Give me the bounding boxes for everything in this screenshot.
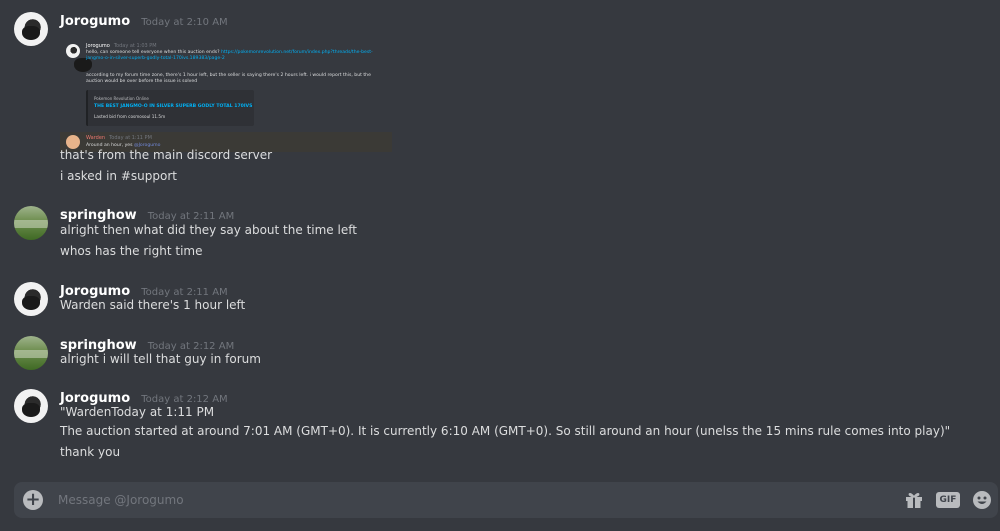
gift-icon[interactable] <box>904 490 924 510</box>
message-text: alright then what did they say about the… <box>60 223 357 237</box>
embed-text-line: auction would be over before the issue i… <box>86 79 198 84</box>
message-header: springhow Today at 2:11 AM <box>60 204 234 223</box>
message-header: Jorogumo Today at 2:11 AM <box>60 280 228 299</box>
message-text: alright i will tell that guy in forum <box>60 352 261 366</box>
username: Warden <box>86 135 106 141</box>
gif-button[interactable]: GIF <box>936 492 960 508</box>
message-text: Warden said there's 1 hour left <box>60 298 246 312</box>
message-header: Jorogumo Today at 2:12 AM <box>60 387 228 406</box>
timestamp: Today at 2:12 AM <box>141 394 228 405</box>
avatar <box>66 44 92 72</box>
username[interactable]: Jorogumo <box>60 14 130 29</box>
message-text: thank you <box>60 445 121 459</box>
username[interactable]: Jorogumo <box>60 391 130 406</box>
timestamp: Today at 2:11 AM <box>147 211 235 222</box>
embedded-screenshot[interactable]: Jorogumo Today at 1:03 PM hello, can some… <box>60 38 392 152</box>
message-input[interactable] <box>58 488 888 512</box>
message-group: Jorogumo Today at 2:10 AM Jorogumo Today … <box>0 10 1000 190</box>
message-text: "WardenToday at 1:11 PM <box>60 405 215 419</box>
username: Jorogumo <box>86 43 110 49</box>
message-group: springhow Today at 2:11 AM alright then … <box>0 204 1000 264</box>
username[interactable]: springhow <box>60 338 137 353</box>
message-composer: + GIF <box>14 482 998 518</box>
emoji-icon[interactable] <box>972 490 992 510</box>
message-group: springhow Today at 2:12 AM alright i wil… <box>0 334 1000 374</box>
username[interactable]: springhow <box>60 208 137 223</box>
message-group: Jorogumo Today at 2:11 AM Warden said th… <box>0 280 1000 320</box>
avatar[interactable] <box>14 12 48 46</box>
plus-circle-icon[interactable]: + <box>23 490 43 510</box>
avatar[interactable] <box>14 336 48 370</box>
timestamp: Today at 2:12 AM <box>147 341 235 352</box>
message-text: The auction started at around 7:01 AM (G… <box>60 424 951 438</box>
message-text: that's from the main discord server <box>60 148 273 162</box>
avatar[interactable] <box>14 206 48 240</box>
timestamp: Today at 2:10 AM <box>141 17 228 28</box>
timestamp: Today at 1:11 PM <box>109 135 152 141</box>
card-title: THE BEST JANGMO-O IN SILVER SUPERB GODLY… <box>94 104 253 109</box>
timestamp: Today at 2:11 AM <box>141 287 228 298</box>
embed-author: Jorogumo Today at 1:03 PM <box>86 43 157 49</box>
timestamp: Today at 1:03 PM <box>113 43 157 49</box>
message-group: Jorogumo Today at 2:12 AM "WardenToday a… <box>0 387 1000 467</box>
embed-text-line: hello, can someone tell everyone when th… <box>86 50 220 55</box>
message-header: Jorogumo Today at 2:10 AM <box>60 10 228 29</box>
card-source: Pokemon Revolution Online <box>94 96 149 101</box>
username[interactable]: Jorogumo <box>60 284 130 299</box>
message-text: i asked in #support <box>60 169 177 183</box>
message-header: springhow Today at 2:12 AM <box>60 334 234 353</box>
message-list: Jorogumo Today at 2:10 AM Jorogumo Today … <box>0 0 1000 472</box>
avatar[interactable] <box>14 389 48 423</box>
avatar <box>66 135 80 149</box>
embed-reply-header: Warden Today at 1:11 PM <box>86 135 152 141</box>
avatar[interactable] <box>14 282 48 316</box>
embed-link: https://pokemonrevolution.net/forum/inde… <box>221 50 373 55</box>
card-description: Lasted bid from cosmosoul 11.5m <box>94 114 166 119</box>
message-text: whos has the right time <box>60 244 203 258</box>
link-preview-card: Pokemon Revolution Online THE BEST JANGM… <box>86 90 254 126</box>
embed-link: jangmo-o-in-silver-superb-godly-total-17… <box>86 56 225 61</box>
